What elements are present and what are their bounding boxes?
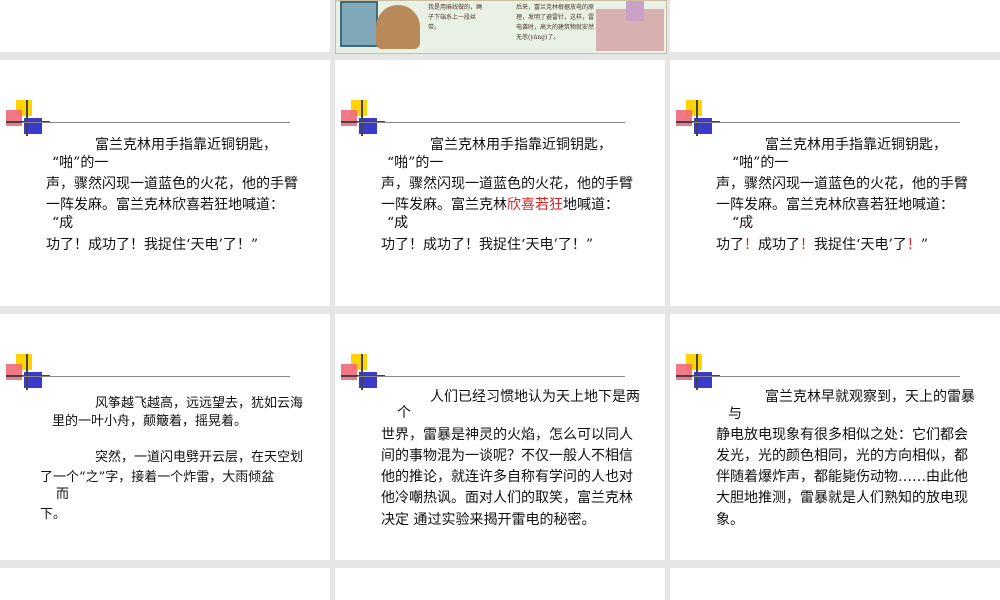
slide-partial-top-left[interactable] (0, 0, 330, 52)
text-line: “成 (732, 215, 754, 231)
text-segment: 地喊道： (563, 197, 619, 213)
text-line: 一阵发麻。富兰克林欣喜若狂地喊道： (46, 197, 284, 213)
slide-2[interactable]: 富兰克林用手指靠近铜钥匙， “啪”的一 声，骤然闪现一道蓝色的火花，他的手臂 一… (335, 60, 665, 306)
text-line: “啪”的一 (732, 155, 789, 171)
text-line: 声，骤然闪现一道蓝色的火花，他的手臂 (46, 176, 298, 192)
highlighted-punct: ！ (906, 237, 921, 253)
highlighted-word: 欣喜若狂 (507, 197, 563, 213)
text-line: 与 (728, 406, 742, 422)
text-line: “啪”的一 (387, 155, 444, 171)
text-line: 富兰克林用手指靠近铜钥匙， (430, 137, 612, 153)
text-line: 他的推论，就连许多自称有学问的人也对 (381, 469, 633, 485)
title-rule (357, 122, 625, 123)
slide-logo-icon (676, 100, 720, 136)
slide-partial-bottom-left[interactable] (0, 568, 330, 600)
text-line: 大胆地推测，雷暴就是人们熟知的放电现 (716, 490, 968, 506)
text-line: 一阵发麻。富兰克林欣喜若狂地喊道： (381, 195, 619, 216)
title-rule (22, 376, 290, 377)
text-line: “成 (52, 215, 74, 231)
castle-tower-image (626, 1, 644, 21)
text-line: 他冷嘲热讽。面对人们的取笑，富兰克林 (381, 490, 633, 506)
text-line: 世界，雷暴是神灵的火焰，怎么可以同人 (381, 427, 633, 443)
text-line: 间的事物混为一谈呢？不仅一般人不相信 (381, 448, 633, 464)
illustration-left-caption: 我是用麻线做的，绳子下端系上一段丝带。 (428, 4, 483, 31)
slide-1[interactable]: 富兰克林用手指靠近铜钥匙， “啪”的一 声，骤然闪现一道蓝色的火花，他的手臂 一… (0, 60, 330, 306)
text-line: 声，骤然闪现一道蓝色的火花，他的手臂 (381, 176, 633, 192)
slide-4[interactable]: 风筝越飞越高，远远望去，犹如云海 里的一叶小舟，颠簸着，摇晃着。 突然，一道闪电… (0, 314, 330, 560)
text-segment: ” (920, 237, 929, 253)
slide-logo-icon (676, 354, 720, 390)
text-line: 个 (397, 405, 411, 421)
slide-partial-bottom-right[interactable] (670, 568, 1000, 600)
title-rule (357, 376, 625, 377)
text-line: 富兰克林早就观察到，天上的雷暴 (765, 389, 975, 405)
text-line: 静电放电现象有很多相似之处：它们都会 (716, 427, 968, 443)
highlighted-punct: ！ (744, 237, 758, 253)
slide-partial-top-right[interactable] (670, 0, 1000, 52)
text-line: 功了！成功了！我捉住‘天电’了！” (381, 237, 594, 253)
text-segment: 功了 (716, 237, 744, 253)
text-line: 发光，光的颜色相同，光的方向相似，都 (716, 448, 968, 464)
text-segment: 成功了 (758, 237, 800, 253)
text-line: 伴随着爆炸声，都能毙伤动物……由此他 (716, 469, 968, 485)
text-line: 功了！成功了！我捉住‘天电’了！” (46, 237, 259, 253)
text-line: 富兰克林用手指靠近铜钥匙， (765, 137, 947, 153)
illustration-right-caption: 后来，富兰克林根据放电的原理，发明了避雷针，这样，雷电袭时，高大的建筑物就安然无… (516, 4, 595, 41)
text-segment: 一阵发麻。富兰克林 (381, 197, 507, 213)
slide-logo-icon (341, 354, 385, 390)
text-line: 里的一叶小舟，颠簸着，摇晃着。 (52, 414, 248, 429)
window-image (340, 1, 378, 47)
text-segment: 我捉住‘天电’了 (814, 237, 907, 253)
title-rule (692, 122, 960, 123)
text-line: 而 (56, 487, 70, 502)
illustration-slide[interactable]: 我是用麻线做的，绳子下端系上一段丝带。 后来，富兰克林根据放电的原理，发明了避雷… (335, 0, 667, 54)
text-line: 富兰克林用手指靠近铜钥匙， (95, 137, 277, 153)
text-line: 了一个“之”字，接着一个炸雷，大雨倾盆 (40, 470, 275, 485)
slide-3[interactable]: 富兰克林用手指靠近铜钥匙， “啪”的一 声，骤然闪现一道蓝色的火花，他的手臂 一… (670, 60, 1000, 306)
slide-logo-icon (6, 354, 50, 390)
text-line: 突然，一道闪电劈开云层，在天空划 (95, 450, 304, 465)
franklin-figure-image (376, 5, 420, 49)
text-line: 象。 (716, 512, 744, 528)
title-rule (22, 122, 290, 123)
slide-5[interactable]: 人们已经习惯地认为天上地下是两 个 世界，雷暴是神灵的火焰，怎么可以同人 间的事… (335, 314, 665, 560)
slide-logo-icon (341, 100, 385, 136)
text-line: 人们已经习惯地认为天上地下是两 (430, 389, 640, 405)
title-rule (692, 376, 960, 377)
text-line: 功了！成功了！我捉住‘天电’了！” (716, 235, 928, 256)
text-line: 下。 (40, 507, 67, 522)
text-line: “啪”的一 (52, 155, 109, 171)
text-line: 决定 通过实验来揭开雷电的秘密。 (381, 512, 596, 528)
highlighted-punct: ！ (800, 237, 814, 253)
text-line: “成 (387, 215, 409, 231)
slide-6[interactable]: 富兰克林早就观察到，天上的雷暴 与 静电放电现象有很多相似之处：它们都会 发光，… (670, 314, 1000, 560)
text-line: 声，骤然闪现一道蓝色的火花，他的手臂 (716, 176, 968, 192)
slide-partial-bottom-middle[interactable] (335, 568, 665, 600)
slide-logo-icon (6, 100, 50, 136)
